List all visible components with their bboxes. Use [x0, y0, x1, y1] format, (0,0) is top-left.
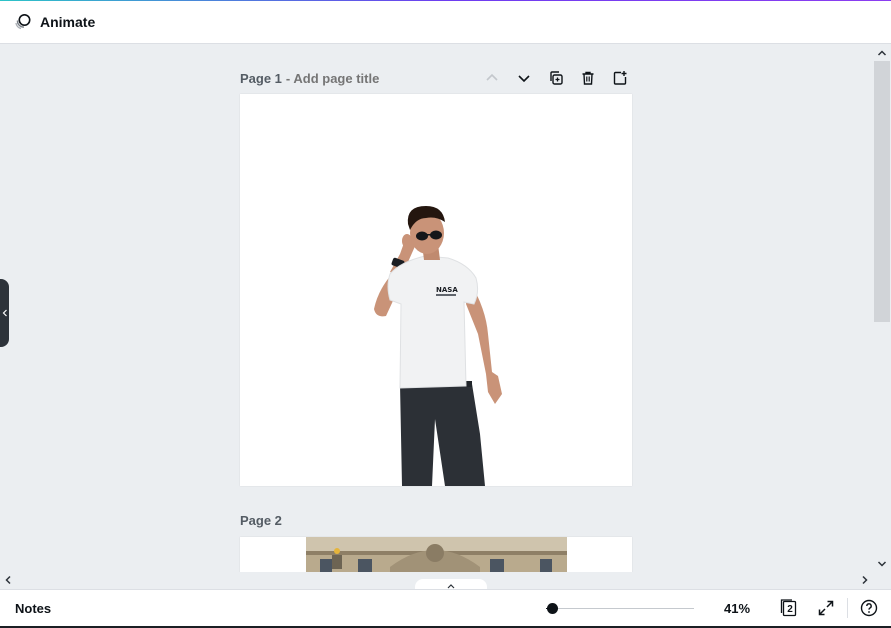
page-2-canvas[interactable]: [240, 537, 632, 572]
scroll-up-button[interactable]: [873, 45, 891, 61]
scroll-left-button[interactable]: [0, 572, 16, 588]
page-count-button[interactable]: 2: [777, 596, 801, 620]
move-page-up-button[interactable]: [480, 66, 504, 90]
duplicate-page-button[interactable]: [544, 66, 568, 90]
help-button[interactable]: [857, 596, 881, 620]
zoom-percentage[interactable]: 41%: [716, 596, 758, 620]
animate-icon: [15, 14, 31, 30]
editor-canvas: Page 1 - Add page title NASA Page 2: [0, 45, 873, 572]
add-page-button[interactable]: [608, 66, 632, 90]
animate-button[interactable]: Animate: [9, 7, 99, 37]
svg-text:NASA: NASA: [436, 286, 458, 294]
page-1-canvas[interactable]: NASA: [240, 94, 632, 486]
page-count-icon: 2: [780, 599, 798, 617]
add-page-icon: [613, 71, 627, 85]
move-page-down-button[interactable]: [512, 66, 536, 90]
trash-icon: [582, 71, 594, 85]
scroll-right-button[interactable]: [857, 572, 873, 588]
zoom-slider-knob[interactable]: [547, 603, 559, 614]
side-panel-toggle[interactable]: [0, 279, 9, 347]
top-toolbar: Animate: [0, 1, 891, 44]
chevron-up-icon: [486, 73, 498, 81]
building-photo[interactable]: [240, 537, 632, 572]
page-1-tools: [472, 66, 632, 90]
animate-label: Animate: [40, 14, 96, 30]
chevron-left-icon: [5, 575, 11, 585]
footer-separator: [847, 598, 848, 618]
page-2-label: Page 2: [240, 512, 282, 528]
bottom-bar: Notes 41% 2: [0, 589, 891, 626]
page-count-number: 2: [787, 603, 793, 615]
chevron-down-icon: [518, 75, 530, 83]
page-1-header: Page 1: [240, 66, 632, 90]
vertical-scroll-thumb[interactable]: [874, 61, 890, 322]
notes-button[interactable]: Notes: [8, 596, 58, 620]
page-2-header: Page 2: [240, 508, 632, 532]
expand-icon: [818, 600, 834, 616]
chevron-up-icon: [877, 50, 887, 56]
page-1-title-input[interactable]: [285, 70, 436, 86]
chevron-left-icon: [2, 309, 7, 317]
help-icon: [860, 599, 878, 617]
person-photo[interactable]: NASA: [240, 94, 632, 486]
zoom-slider-track[interactable]: [546, 608, 694, 609]
fullscreen-button[interactable]: [814, 596, 838, 620]
delete-page-button[interactable]: [576, 66, 600, 90]
scroll-down-button[interactable]: [873, 556, 891, 572]
duplicate-page-icon: [550, 71, 563, 85]
chevron-right-icon: [862, 575, 868, 585]
chevron-down-icon: [877, 561, 887, 567]
vertical-scrollbar[interactable]: [873, 45, 891, 572]
page-1-label: Page 1: [240, 70, 282, 86]
